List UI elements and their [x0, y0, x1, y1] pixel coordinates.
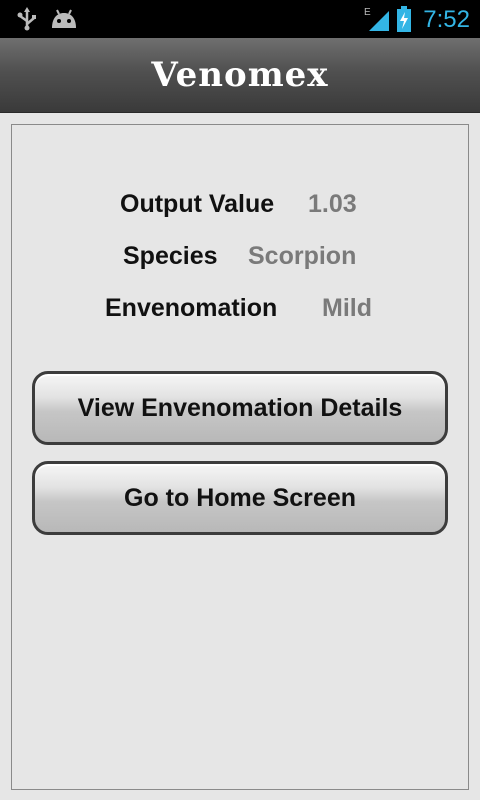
battery-charging-icon — [394, 0, 414, 38]
network-type-text: E — [364, 7, 371, 18]
envenomation-value: Mild — [322, 294, 372, 322]
species-label: Species — [123, 242, 218, 270]
clock: 7:52 — [423, 6, 470, 33]
status-bar: E 7:52 — [0, 0, 480, 38]
content-area: Output Value 1.03 Species Scorpion Enven… — [0, 113, 480, 800]
android-debug-icon — [48, 0, 80, 38]
envenomation-label: Envenomation — [105, 294, 278, 322]
signal-icon: E — [362, 0, 392, 38]
output-value-value: 1.03 — [308, 190, 357, 218]
output-value-label: Output Value — [120, 190, 275, 218]
app-title: Venomex — [151, 55, 329, 95]
title-bar: Venomex — [0, 38, 480, 113]
species-value: Scorpion — [248, 242, 357, 270]
results-panel: Output Value 1.03 Species Scorpion Enven… — [11, 124, 469, 790]
go-to-home-screen-button[interactable]: Go to Home Screen — [32, 461, 448, 535]
usb-icon — [12, 0, 42, 38]
view-envenomation-details-button[interactable]: View Envenomation Details — [32, 371, 448, 445]
